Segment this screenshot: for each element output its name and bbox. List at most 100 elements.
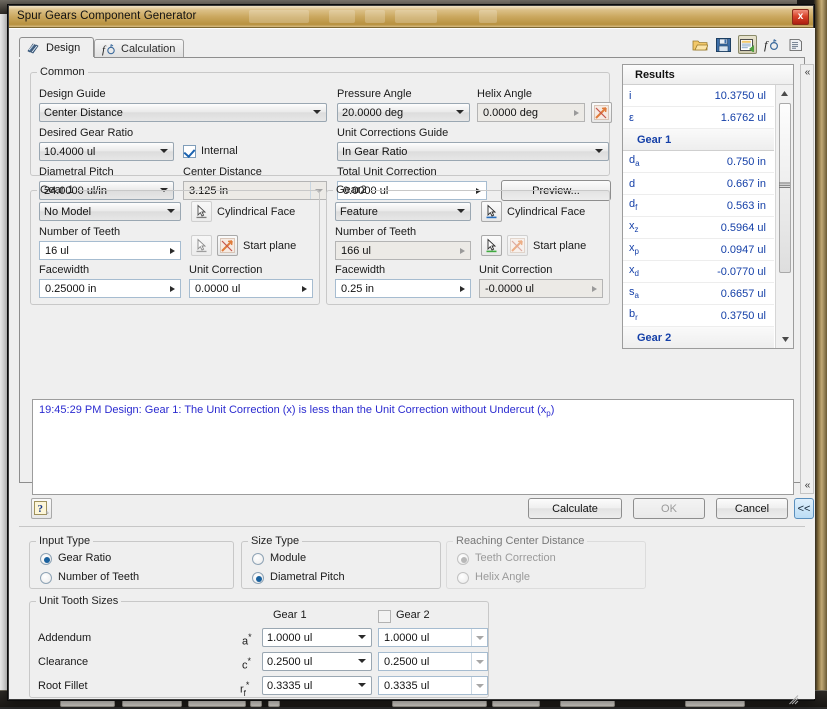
gear2-start-plane-direction-icon[interactable] [507,235,528,256]
expand-right-icon[interactable] [568,104,584,121]
radio-gear-ratio[interactable] [40,553,52,565]
clearance-gear2-field[interactable]: 0.2500 ul [378,652,488,671]
design-panel: Common Design Guide Center Distance Desi… [19,58,805,483]
cancel-button[interactable]: Cancel [716,498,788,519]
gear1-model-control[interactable]: No Model [39,202,181,221]
results-symbol: df [629,198,637,212]
results-symbol: sa [629,286,639,300]
gear1-facewidth-field[interactable]: 0.25000 in [39,279,181,298]
results-symbol: br [629,308,638,322]
gear2-facewidth-field[interactable]: 0.25 in [335,279,471,298]
unit-tooth-sizes-group: Unit Tooth Sizes Gear 1 Gear 2 Addendum … [29,595,489,698]
gear1-unit-correction-field[interactable]: 0.0000 ul [189,279,313,298]
internal-checkbox[interactable] [183,145,196,158]
tab-calculation[interactable]: f Calculation [94,39,184,58]
helix-angle-field[interactable]: 0.0000 deg [477,103,585,122]
size-type-group: Size Type Module Diametral Pitch [241,535,441,589]
gear2-unit-correction-field[interactable]: -0.0000 ul [479,279,603,298]
gear2-cylindrical-face-picker-icon[interactable] [481,201,502,222]
unit-corrections-guide-control[interactable]: In Gear Ratio [337,142,609,161]
expand-right-icon[interactable] [454,280,470,297]
gear1-teeth-field[interactable]: 16 ul [39,241,181,260]
gear1-legend: Gear 1 [37,184,77,196]
design-guide-label: Design Guide [39,88,106,100]
splitter-collapse-bottom-icon[interactable]: « [802,480,813,491]
ok-button[interactable]: OK [633,498,705,519]
results-symbol: d [629,178,635,190]
scroll-down-icon[interactable] [776,331,794,347]
title-bar[interactable]: Spur Gears Component Generator x [9,6,813,28]
chevron-down-icon[interactable] [471,677,487,694]
message-log[interactable]: 19:45:29 PM Design: Gear 1: The Unit Cor… [32,399,794,495]
fx-icon[interactable]: f [762,35,781,54]
results-symbol: i [629,90,631,102]
gear2-teeth-label: Number of Teeth [335,226,416,238]
addendum-gear1-control[interactable]: 1.0000 ul [262,628,372,647]
clearance-gear1-control[interactable]: 0.2500 ul [262,652,372,671]
gear2-facewidth-label: Facewidth [335,264,385,276]
collapse-panel-button[interactable]: << [794,498,814,519]
results-value: 0.5964 ul [721,222,766,234]
gears-icon [27,42,41,55]
gear1-unit-correction-value: 0.0000 ul [190,283,296,295]
save-icon[interactable] [714,35,733,54]
desired-gear-ratio-control[interactable]: 10.4000 ul [39,142,174,161]
results-value: 0.6657 ul [721,288,766,300]
radio-number-of-teeth[interactable] [40,572,52,584]
gear1-facewidth-value: 0.25000 in [40,283,164,295]
splitter-collapse-top-icon[interactable]: « [802,67,813,78]
expand-right-icon[interactable] [454,242,470,259]
input-type-legend: Input Type [36,535,93,547]
svg-text:?: ? [38,503,44,515]
close-button[interactable]: x [792,9,809,25]
tab-strip: Design f Calculation [19,37,805,58]
pressure-angle-control[interactable]: 20.0000 deg [337,103,470,122]
gear1-cylindrical-face-picker-icon[interactable] [191,201,212,222]
gear1-start-plane-picker-icon[interactable] [191,235,212,256]
gear2-start-plane-picker-icon[interactable] [481,235,502,256]
helix-direction-icon[interactable] [591,102,612,123]
radio-teeth-correction [457,553,469,565]
gear2-unit-correction-value: -0.0000 ul [480,283,586,295]
unit-tooth-col-gear1: Gear 1 [273,609,307,621]
resize-grip[interactable] [789,695,799,705]
expand-right-icon[interactable] [296,280,312,297]
results-splitter[interactable]: « « [800,64,814,494]
design-guide-select-control[interactable]: Center Distance [39,103,327,122]
results-value: -0.0770 ul [717,266,766,278]
root-fillet-gear1-control[interactable]: 0.3335 ul [262,676,372,695]
gear2-unit-correction-label: Unit Correction [479,264,552,276]
gear2-teeth-field[interactable]: 166 ul [335,241,471,260]
expand-right-icon[interactable] [164,242,180,259]
report-icon[interactable] [786,35,805,54]
results-icon[interactable] [738,35,757,54]
results-scrollbar[interactable] [775,85,793,348]
results-value: 1.6762 ul [721,112,766,124]
gear2-model-control[interactable]: Feature [335,202,471,221]
gear2-same-checkbox[interactable] [378,610,391,623]
chevron-down-icon[interactable] [471,653,487,670]
unit-tooth-col-gear2: Gear 2 [396,609,430,621]
gear1-teeth-value: 16 ul [40,245,164,257]
calculate-button[interactable]: Calculate [528,498,622,519]
radio-module[interactable] [252,553,264,565]
root-fillet-gear2-field[interactable]: 0.3335 ul [378,676,488,695]
open-icon[interactable] [690,35,709,54]
addendum-gear2-field[interactable]: 1.0000 ul [378,628,488,647]
gear1-start-plane-direction-icon[interactable] [217,235,238,256]
scroll-up-icon[interactable] [776,85,793,101]
chevron-down-icon[interactable] [471,629,487,646]
tab-design[interactable]: Design [19,37,94,58]
help-button[interactable]: ? [31,498,52,519]
expand-right-icon[interactable] [164,280,180,297]
radio-diametral-pitch[interactable] [252,572,264,584]
results-rows[interactable]: i10.3750 ulε1.6762 ulGear 1da0.750 ind0.… [623,85,774,348]
results-value: 0.563 in [727,200,766,212]
expand-right-icon[interactable] [586,280,602,297]
results-panel: Results i10.3750 ulε1.6762 ulGear 1da0.7… [622,64,794,349]
radio-diametral-pitch-label: Diametral Pitch [270,571,345,583]
gear2-teeth-value: 166 ul [336,245,454,257]
results-section-header: Gear 1 [623,129,774,151]
toolbar: f [690,35,805,54]
gear1-group: Gear 1 No Model Cylindrical Face Number … [30,184,320,305]
